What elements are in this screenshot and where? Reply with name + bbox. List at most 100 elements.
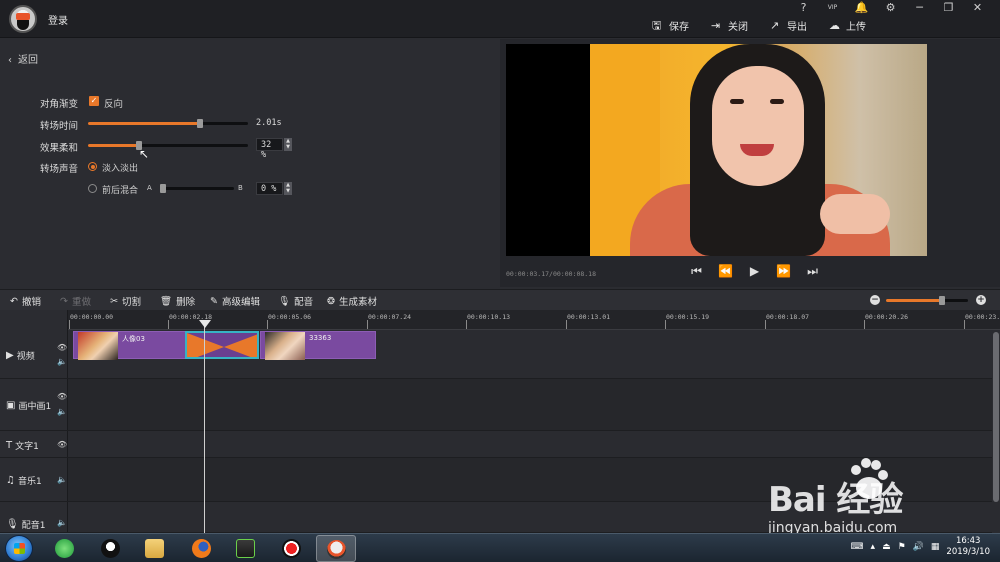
upload-button[interactable]: ☁ 上传 — [829, 18, 866, 33]
timeline-scrollbar[interactable] — [992, 330, 1000, 533]
play-icon[interactable]: ▶ — [746, 264, 763, 279]
mix-stepper[interactable]: ▲ ▼ — [284, 182, 292, 195]
gear-icon[interactable]: ⚙ — [876, 1, 905, 15]
taskbar-app-recorder[interactable] — [272, 535, 312, 562]
text-lane[interactable] — [68, 431, 992, 458]
usb-icon[interactable]: ⏏ — [882, 542, 891, 552]
skip-end-icon[interactable]: ⏭ — [804, 264, 821, 279]
eye-icon[interactable]: 👁 — [57, 343, 67, 352]
softness-stepper[interactable]: ▲ ▼ — [284, 138, 292, 151]
upload-icon: ☁ — [829, 19, 840, 32]
network-icon[interactable]: ▦ — [931, 542, 940, 552]
keyboard-icon[interactable]: ⌨ — [851, 542, 864, 552]
vip-icon[interactable]: VIP — [818, 1, 847, 15]
export-button[interactable]: ↗ 导出 — [770, 18, 807, 33]
login-link[interactable]: 登录 — [48, 12, 68, 27]
taskbar-app-firefox[interactable] — [182, 535, 222, 562]
track-header-video[interactable]: ▶ 视频 👁 🔈 — [0, 330, 68, 379]
timeline-toolbar: ↶ 撤销 ↷ 重做 ✂ 切割 🗑 删除 ✎ 高级编辑 🎙 配音 ❂ 生成素材 − + — [0, 289, 1000, 310]
voice-lane[interactable] — [68, 502, 992, 533]
softness-input[interactable]: 32 % — [256, 138, 283, 160]
transition-block[interactable] — [185, 331, 259, 359]
redo-icon: ↷ — [60, 295, 68, 307]
softness-slider[interactable] — [88, 141, 248, 150]
mix-b-label: B — [238, 184, 243, 192]
taskbar-clock[interactable]: 16:43 2019/3/10 — [946, 536, 990, 558]
app-360-icon — [55, 539, 74, 558]
duration-slider-handle[interactable] — [197, 119, 203, 128]
fade-radio[interactable] — [88, 162, 97, 171]
mix-slider[interactable] — [160, 184, 234, 193]
step-back-icon[interactable]: ⏪ — [717, 264, 734, 279]
video-clip-2[interactable]: 33363 — [260, 331, 376, 360]
softness-slider-fill — [88, 144, 139, 147]
close-doc-icon: ⇥ — [711, 19, 721, 32]
volume-icon[interactable]: 🔊 — [913, 542, 924, 552]
dub-button[interactable]: 🎙 配音 — [278, 294, 313, 309]
video-clip-1[interactable]: 人像03 — [73, 331, 186, 360]
export-icon: ↗ — [770, 19, 780, 32]
ruler-label: 00:00:20.26 — [865, 313, 909, 321]
taskbar-app-360[interactable] — [45, 535, 85, 562]
duration-slider[interactable] — [88, 119, 248, 128]
clip-label: 33363 — [309, 334, 332, 342]
zoom-out-icon[interactable]: − — [870, 295, 880, 305]
mix-radio[interactable] — [88, 184, 97, 193]
scissors-icon: ✂ — [110, 295, 118, 307]
skip-start-icon[interactable]: ⏮ — [688, 264, 705, 279]
zoom-in-icon[interactable]: + — [976, 295, 986, 305]
minimize-icon[interactable]: ─ — [905, 1, 934, 15]
mouse-cursor: ↖ — [139, 147, 150, 161]
redo-button[interactable]: ↷ 重做 — [60, 294, 91, 309]
mix-input[interactable]: 0 % — [256, 182, 283, 195]
step-forward-icon[interactable]: ⏩ — [775, 264, 792, 279]
zoom-slider[interactable] — [886, 296, 968, 305]
track-header-text[interactable]: T 文字1 👁 — [0, 431, 68, 458]
cut-button[interactable]: ✂ 切割 — [110, 294, 141, 309]
delete-button[interactable]: 🗑 删除 — [160, 294, 195, 309]
speaker-icon[interactable]: 🔈 — [57, 407, 67, 416]
zoom-slider-handle[interactable] — [939, 296, 945, 305]
tray-expand-icon[interactable]: ▴ — [871, 542, 876, 552]
advanced-edit-button[interactable]: ✎ 高级编辑 — [210, 294, 260, 309]
video-preview[interactable] — [506, 44, 927, 256]
undo-button[interactable]: ↶ 撤销 — [10, 294, 41, 309]
bell-icon[interactable]: 🔔 — [847, 1, 876, 15]
taskbar-app-editor[interactable] — [316, 535, 356, 562]
track-header-pip[interactable]: ▣ 画中画1 👁 🔈 — [0, 379, 68, 431]
scrollbar-thumb[interactable] — [993, 332, 999, 502]
track-header-music[interactable]: ♫ 音乐1 🔈 — [0, 458, 68, 502]
mix-slider-handle[interactable] — [160, 184, 166, 193]
trash-icon: 🗑 — [160, 295, 173, 307]
audio-label: 转场声音 — [39, 164, 78, 175]
eye-icon[interactable]: 👁 — [57, 392, 67, 401]
start-button[interactable] — [5, 535, 33, 562]
close-icon[interactable]: ✕ — [963, 1, 992, 15]
help-icon[interactable]: ? — [789, 1, 818, 15]
back-button[interactable]: ‹ 返回 — [8, 51, 38, 66]
maximize-icon[interactable]: ❐ — [934, 1, 963, 15]
app-logo[interactable] — [9, 5, 37, 33]
reverse-checkbox[interactable]: ✓ — [89, 96, 99, 106]
save-button[interactable]: 🖫 保存 — [652, 18, 689, 33]
track-header-voice[interactable]: 🎙 配音1 🔈 — [0, 502, 68, 533]
close-doc-button[interactable]: ⇥ 关闭 — [711, 18, 748, 33]
video-lane[interactable]: 人像03 33363 — [68, 330, 992, 379]
speaker-icon[interactable]: 🔈 — [57, 357, 67, 366]
taskbar-app-qq[interactable] — [91, 535, 131, 562]
pip-lane[interactable] — [68, 379, 992, 431]
taskbar-app-media[interactable] — [226, 535, 266, 562]
playhead-handle[interactable] — [199, 320, 211, 328]
speaker-icon[interactable]: 🔈 — [57, 518, 67, 527]
speaker-icon[interactable]: 🔈 — [57, 475, 67, 484]
playhead-line[interactable] — [204, 321, 205, 533]
music-track-icon: ♫ — [6, 475, 15, 486]
film-icon: ❂ — [327, 295, 335, 307]
eye-icon[interactable]: 👁 — [57, 440, 67, 449]
music-lane[interactable] — [68, 458, 992, 502]
ruler-label: 00:00:07.24 — [368, 313, 412, 321]
text-track-icon: T — [6, 440, 13, 451]
flag-icon[interactable]: ⚑ — [898, 542, 906, 552]
taskbar-app-explorer[interactable] — [135, 535, 175, 562]
generate-button[interactable]: ❂ 生成素材 — [327, 294, 377, 309]
